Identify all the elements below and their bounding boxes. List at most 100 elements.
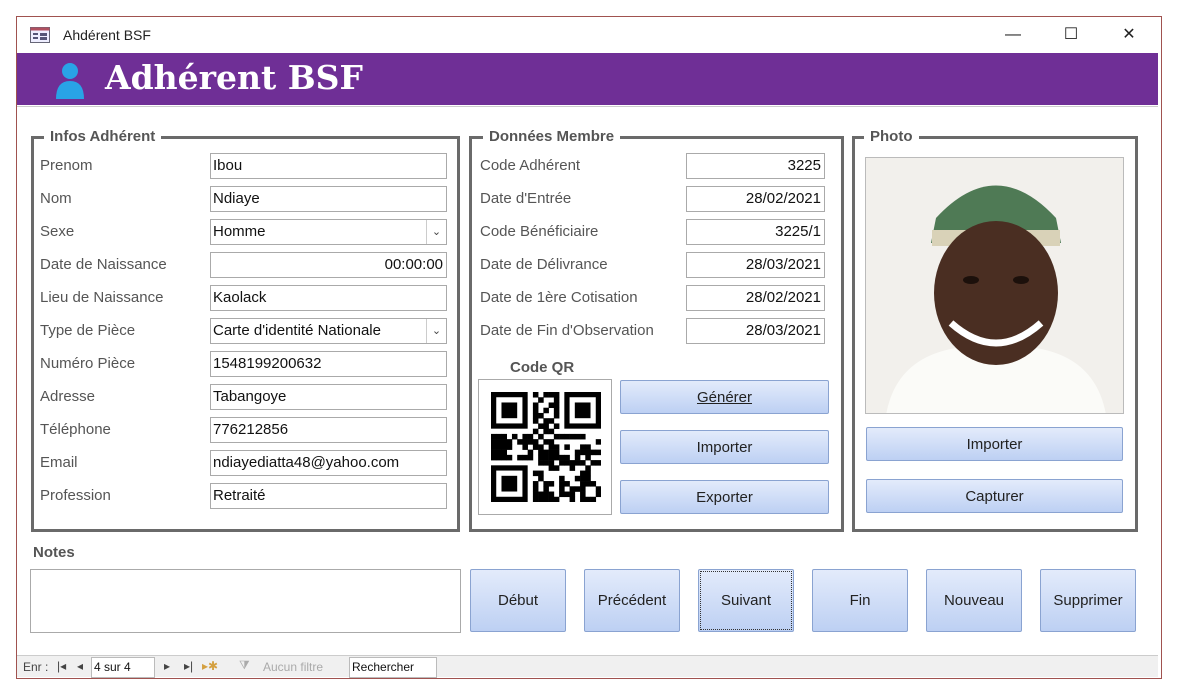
field-input[interactable]: ndiayediatta48@yahoo.com <box>210 450 447 476</box>
field-input[interactable]: Ndiaye <box>210 186 447 212</box>
qr-module <box>517 454 523 461</box>
debut-button[interactable]: Début <box>470 569 566 632</box>
exporter-button[interactable]: Exporter <box>620 480 829 514</box>
next-record-button[interactable]: ▸ <box>164 659 170 673</box>
qr-module <box>538 475 544 482</box>
new-record-button[interactable]: ▸✱ <box>202 659 218 673</box>
qr-module <box>553 465 560 471</box>
qr-module <box>506 454 513 461</box>
chevron-down-icon[interactable]: ⌄ <box>426 319 446 343</box>
qr-module <box>559 486 565 492</box>
minimize-button[interactable]: — <box>998 22 1028 48</box>
field-input[interactable]: 28/03/2021 <box>686 318 825 344</box>
field-label: Date de 1ère Cotisation <box>480 289 638 306</box>
field-value: Kaolack <box>213 289 267 306</box>
supprimer-button[interactable]: Supprimer <box>1040 569 1136 632</box>
supprimer-label: Supprimer <box>1053 592 1123 609</box>
importer-qr-label: Importer <box>696 438 753 456</box>
qr-module <box>590 481 597 487</box>
qr-module <box>522 439 528 445</box>
qr-module <box>501 444 508 450</box>
close-button[interactable]: ✕ <box>1114 22 1144 48</box>
field-input[interactable]: Kaolack <box>210 285 447 311</box>
field-input[interactable]: 1548199200632 <box>210 351 447 377</box>
qr-module <box>501 433 508 440</box>
nouveau-button[interactable]: Nouveau <box>926 569 1022 632</box>
precedent-button[interactable]: Précédent <box>584 569 680 632</box>
qr-module <box>538 496 544 502</box>
field-input[interactable]: 28/03/2021 <box>686 252 825 278</box>
qr-module <box>580 481 586 487</box>
generer-label: Générer <box>696 388 753 406</box>
qr-module <box>532 392 539 398</box>
filter-status[interactable]: Aucun filtre <box>263 660 323 674</box>
prev-record-button[interactable]: ◂ <box>77 659 83 673</box>
suivant-button[interactable]: Suivant <box>698 569 794 632</box>
qr-module <box>548 392 555 398</box>
qr-module <box>548 402 555 409</box>
qr-module <box>527 454 534 461</box>
record-number-input[interactable]: 4 sur 4 <box>91 657 155 678</box>
last-record-button[interactable]: ▸| <box>184 659 193 673</box>
qr-module <box>564 481 570 487</box>
field-input[interactable]: Tabangoye <box>210 384 447 410</box>
importer-qr-button[interactable]: Importer <box>620 430 829 464</box>
capturer-button[interactable]: Capturer <box>866 479 1123 513</box>
field-input[interactable]: 28/02/2021 <box>686 186 825 212</box>
importer-photo-button[interactable]: Importer <box>866 427 1123 461</box>
first-record-button[interactable]: |◂ <box>57 659 66 673</box>
qr-module <box>580 460 586 466</box>
qr-module <box>527 439 534 445</box>
photo-legend: Photo <box>864 128 919 145</box>
field-input[interactable]: 28/02/2021 <box>686 285 825 311</box>
qr-code-frame <box>478 379 612 515</box>
field-value: Ibou <box>213 157 243 174</box>
field-label: Type de Pièce <box>40 322 136 339</box>
field-input[interactable]: Ibou <box>210 153 447 179</box>
qr-module <box>538 433 544 440</box>
qr-module <box>491 444 497 450</box>
qr-module <box>543 486 549 492</box>
generer-button[interactable]: Générer <box>620 380 829 414</box>
qr-module <box>543 454 549 461</box>
field-label: Date de Délivrance <box>480 256 608 273</box>
field-input[interactable]: 3225 <box>686 153 825 179</box>
qr-module <box>564 454 570 461</box>
qr-module <box>574 433 581 440</box>
field-input[interactable]: 3225/1 <box>686 219 825 245</box>
qr-module <box>532 491 539 498</box>
field-input[interactable]: Retraité <box>210 483 447 509</box>
filter-icon: ⧩ <box>239 658 250 672</box>
maximize-button[interactable]: ☐ <box>1056 22 1086 48</box>
window-title: Ahdérent BSF <box>63 27 151 43</box>
qr-module <box>569 486 576 492</box>
qr-module <box>511 433 518 440</box>
qr-module <box>491 439 497 445</box>
qr-module <box>538 470 544 477</box>
qr-module <box>532 407 539 414</box>
qr-module <box>595 491 601 498</box>
qr-module <box>491 454 497 461</box>
chevron-down-icon[interactable]: ⌄ <box>426 220 446 244</box>
qr-module <box>585 444 591 450</box>
qr-module <box>522 433 528 440</box>
field-input[interactable]: 776212856 <box>210 417 447 443</box>
field-label: Adresse <box>40 388 96 405</box>
fin-button[interactable]: Fin <box>812 569 908 632</box>
qr-module <box>532 486 539 492</box>
divider <box>17 106 1158 107</box>
membre-legend: Données Membre <box>483 128 621 145</box>
field-input[interactable]: 00:00:00 <box>210 252 447 278</box>
field-value: ndiayediatta48@yahoo.com <box>213 454 400 471</box>
notes-field[interactable] <box>30 569 461 633</box>
infos-legend: Infos Adhérent <box>44 128 162 145</box>
search-input[interactable]: Rechercher <box>349 657 437 678</box>
field-value: 776212856 <box>213 421 289 438</box>
qr-module <box>559 454 565 461</box>
field-select[interactable]: Carte d'identité Nationale ⌄ <box>210 318 447 344</box>
field-select[interactable]: Homme ⌄ <box>210 219 447 245</box>
qr-module <box>559 460 565 466</box>
field-value: Tabangoye <box>213 388 287 405</box>
qr-module <box>553 444 560 450</box>
qr-module <box>548 496 555 502</box>
